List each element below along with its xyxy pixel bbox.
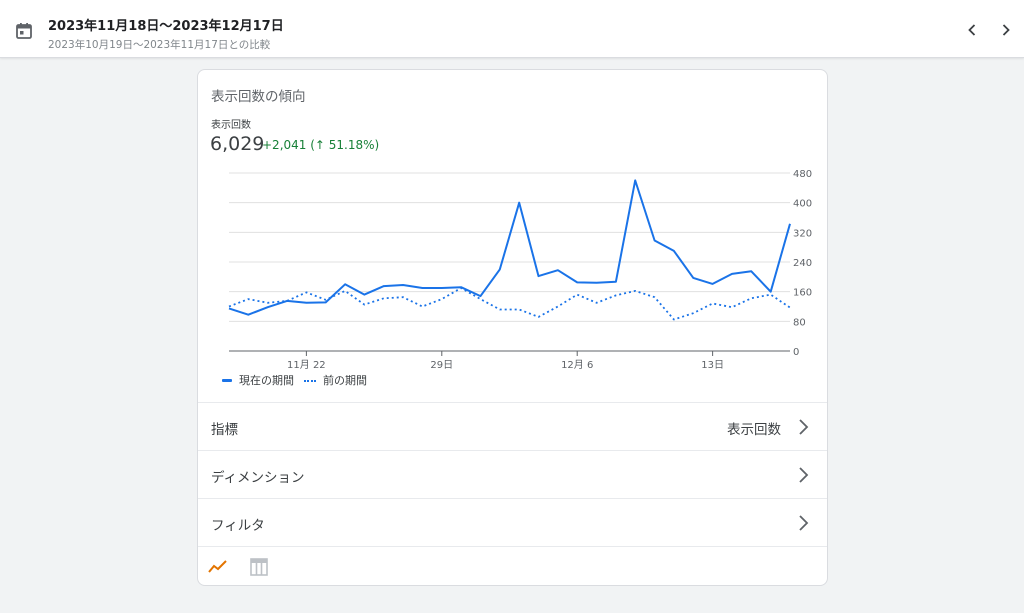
- y-tick-label: 400: [793, 199, 812, 210]
- metric-label: 表示回数: [211, 120, 251, 131]
- series-line-current: [228, 179, 791, 316]
- chart-legend: 現在の期間 前の期間: [222, 372, 377, 388]
- y-tick-label: 320: [793, 228, 812, 239]
- row-metric[interactable]: 指標 表示回数: [198, 402, 827, 450]
- trend-chart: 0 80 160 240 320 400 480 11月 22 29日 12月 6 13日: [228, 169, 812, 371]
- x-tick-label: 12月 6: [561, 359, 593, 371]
- y-tick-label: 80: [793, 317, 806, 328]
- line-chart-icon[interactable]: [207, 557, 229, 577]
- series-line-previous: [228, 287, 791, 321]
- comparison-range: 2023年10月19日〜2023年11月17日との比較: [48, 39, 271, 51]
- legend-item-current[interactable]: 現在の期間: [222, 372, 294, 388]
- row-filter-label: フィルタ: [211, 518, 265, 534]
- x-tick-label: 13日: [701, 360, 724, 371]
- legend-solid-swatch: [222, 378, 232, 382]
- row-metric-value: 表示回数: [727, 422, 781, 438]
- x-tick-label: 29日: [430, 360, 453, 371]
- legend-label-current: 現在の期間: [239, 374, 294, 387]
- legend-label-previous: 前の期間: [323, 374, 367, 387]
- chevron-right-icon: [799, 515, 809, 531]
- y-tick-label: 160: [793, 288, 812, 299]
- chevron-right-icon[interactable]: [996, 20, 1016, 40]
- y-tick-label: 240: [793, 258, 812, 269]
- legend-dotted-swatch: [304, 379, 316, 383]
- x-tick-label: 11月 22: [287, 359, 326, 371]
- chevron-left-icon[interactable]: [962, 20, 982, 40]
- view-toggle-bar: [198, 546, 827, 585]
- date-range[interactable]: 2023年11月18日〜2023年12月17日: [48, 15, 284, 34]
- row-metric-label: 指標: [211, 422, 238, 438]
- impressions-trend-card: 表示回数の傾向 表示回数 6,029 +2,041 (↑ 51.18%) 0 80…: [197, 69, 828, 586]
- card-title: 表示回数の傾向: [211, 89, 306, 105]
- top-bar: 2023年11月18日〜2023年12月17日 2023年10月19日〜2023…: [0, 0, 1024, 58]
- y-tick-label: 480: [793, 169, 812, 180]
- chevron-right-icon: [799, 467, 809, 483]
- chevron-right-icon: [799, 419, 809, 435]
- row-dimension-label: ディメンション: [211, 470, 305, 486]
- row-dimension[interactable]: ディメンション: [198, 450, 827, 498]
- legend-item-previous[interactable]: 前の期間: [304, 372, 367, 388]
- metric-value: 6,029: [210, 133, 265, 155]
- table-icon[interactable]: [248, 557, 270, 577]
- row-filter[interactable]: フィルタ: [198, 498, 827, 546]
- metric-delta: +2,041 (↑ 51.18%): [262, 138, 380, 152]
- y-tick-label: 0: [793, 347, 799, 358]
- calendar-icon[interactable]: [14, 21, 34, 41]
